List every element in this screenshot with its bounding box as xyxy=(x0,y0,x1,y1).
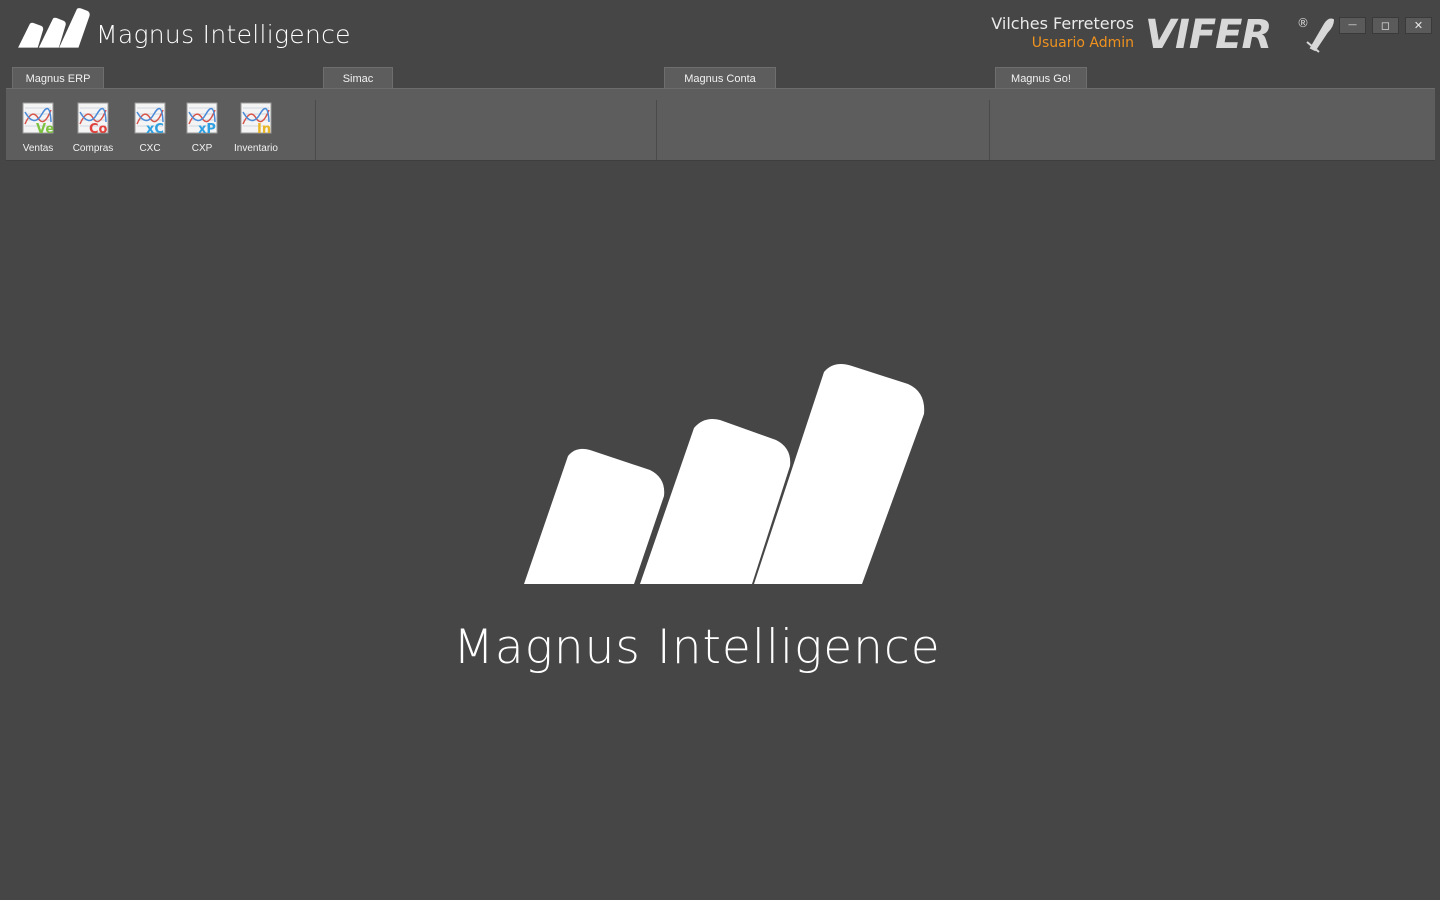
ventas-badge: Ve xyxy=(36,122,54,136)
cxp-chart-icon: xP xyxy=(186,102,218,136)
cxp-button[interactable]: xP CXP xyxy=(184,102,220,154)
close-button[interactable]: ✕ xyxy=(1405,17,1432,34)
ribbon-divider xyxy=(656,100,657,160)
tab-magnus-erp[interactable]: Magnus ERP xyxy=(12,67,104,89)
brand-logo-text: VIFER xyxy=(1145,12,1271,54)
minimize-icon: — xyxy=(1348,20,1357,30)
user-info: Vilches Ferreteros Usuario Admin xyxy=(991,14,1134,52)
ventas-chart-icon: Ve xyxy=(22,102,54,136)
cxp-label: CXP xyxy=(191,143,213,154)
title-bar: Magnus Intelligence Vilches Ferreteros U… xyxy=(0,0,1440,64)
magnus-bars-logo xyxy=(524,364,925,584)
tab-simac[interactable]: Simac xyxy=(323,67,393,89)
ribbon-divider xyxy=(989,100,990,160)
app-title: Magnus Intelligence xyxy=(96,20,351,49)
cxc-label: CXC xyxy=(139,143,161,154)
window-controls: — ◻ ✕ xyxy=(1339,17,1432,34)
tab-magnus-conta[interactable]: Magnus Conta xyxy=(664,67,776,89)
ribbon-panel xyxy=(6,88,1435,161)
rocket-icon xyxy=(1306,18,1335,53)
tab-magnus-go[interactable]: Magnus Go! xyxy=(995,67,1087,89)
compras-chart-icon: Co xyxy=(77,102,109,136)
inventario-badge: In xyxy=(257,122,271,136)
inventario-label: Inventario xyxy=(234,143,278,154)
cxc-button[interactable]: xC CXC xyxy=(132,102,168,154)
cxp-badge: xP xyxy=(198,122,216,136)
app-window: Magnus Intelligence Vilches Ferreteros U… xyxy=(0,0,1440,900)
inventario-chart-icon: In xyxy=(240,102,272,136)
ribbon-divider xyxy=(315,100,316,160)
maximize-button[interactable]: ◻ xyxy=(1372,17,1399,34)
close-icon: ✕ xyxy=(1413,19,1424,32)
inventario-button[interactable]: In Inventario xyxy=(230,102,282,154)
cxc-chart-icon: xC xyxy=(134,102,166,136)
company-name: Vilches Ferreteros xyxy=(991,14,1134,33)
ventas-label: Ventas xyxy=(22,143,54,154)
minimize-button[interactable]: — xyxy=(1339,17,1366,34)
vifer-brand-logo: VIFER ® xyxy=(1145,12,1335,54)
user-name: Usuario Admin xyxy=(1031,35,1134,51)
magnus-logo-icon xyxy=(18,8,90,48)
splash-title: Magnus Intelligence xyxy=(453,620,941,675)
ventas-button[interactable]: Ve Ventas xyxy=(20,102,56,154)
registered-mark: ® xyxy=(1297,16,1309,30)
compras-label: Compras xyxy=(72,143,114,154)
compras-badge: Co xyxy=(89,122,108,136)
maximize-icon: ◻ xyxy=(1380,19,1391,32)
cxc-badge: xC xyxy=(146,122,164,136)
compras-button[interactable]: Co Compras xyxy=(70,102,116,154)
